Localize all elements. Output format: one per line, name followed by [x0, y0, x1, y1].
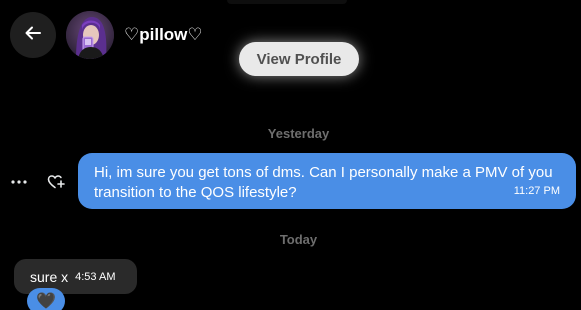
add-reaction-button[interactable]: [46, 172, 66, 192]
avatar[interactable]: [66, 11, 114, 59]
message-reaction[interactable]: 🖤: [27, 288, 65, 310]
dm-conversation: ♡pillow♡ View Profile Yesterday Hi, im s…: [0, 0, 581, 310]
day-separator: Yesterday: [267, 126, 330, 141]
view-profile-button[interactable]: View Profile: [239, 42, 359, 76]
display-name[interactable]: ♡pillow♡: [124, 24, 203, 46]
heart-plus-icon: [46, 175, 66, 196]
top-handle: [227, 0, 347, 4]
arrow-left-icon: [23, 23, 43, 48]
day-separator: Today: [279, 232, 318, 247]
outgoing-message-bubble[interactable]: Hi, im sure you get tons of dms. Can I p…: [78, 153, 576, 209]
more-options-button[interactable]: [10, 172, 28, 190]
more-horizontal-icon: [11, 172, 27, 190]
message-time: 11:27 PM: [513, 185, 560, 197]
incoming-message-bubble[interactable]: sure x 4:53 AM: [14, 259, 137, 294]
back-button[interactable]: [10, 12, 56, 58]
message-text: Hi, im sure you get tons of dms. Can I p…: [94, 164, 553, 201]
message-time: 4:53 AM: [75, 270, 116, 283]
message-text: sure x: [30, 268, 69, 285]
